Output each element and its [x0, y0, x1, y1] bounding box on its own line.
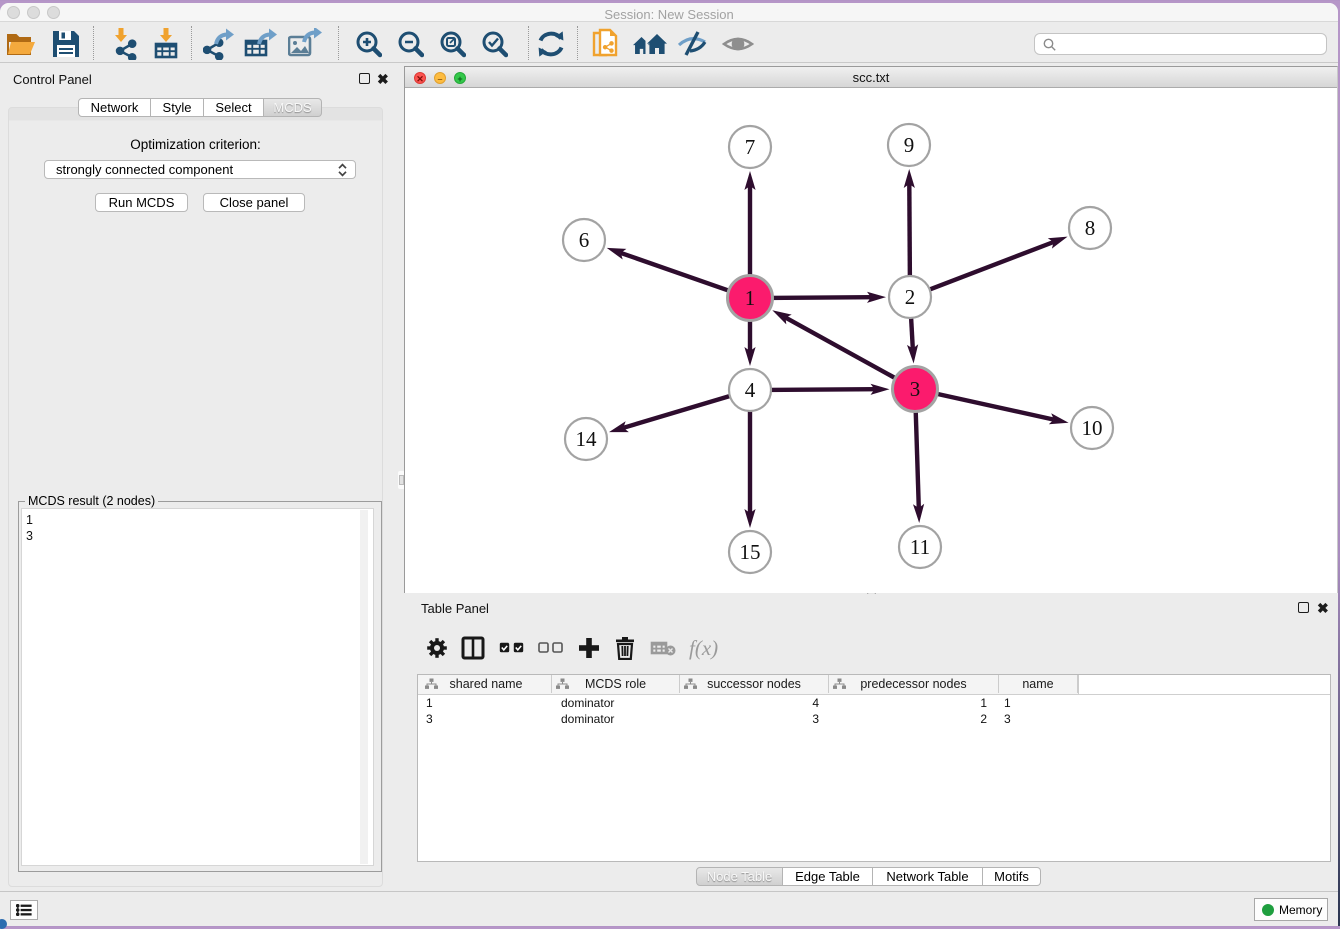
svg-text:11: 11 — [910, 535, 930, 559]
svg-text:15: 15 — [740, 540, 761, 564]
svg-text:4: 4 — [745, 378, 756, 402]
svg-text:9: 9 — [904, 133, 915, 157]
svg-text:8: 8 — [1085, 216, 1096, 240]
svg-text:7: 7 — [745, 135, 756, 159]
svg-text:14: 14 — [576, 427, 598, 451]
svg-text:10: 10 — [1082, 416, 1103, 440]
svg-text:1: 1 — [745, 286, 756, 310]
svg-text:6: 6 — [579, 228, 590, 252]
svg-text:3: 3 — [910, 377, 921, 401]
svg-text:2: 2 — [905, 285, 916, 309]
